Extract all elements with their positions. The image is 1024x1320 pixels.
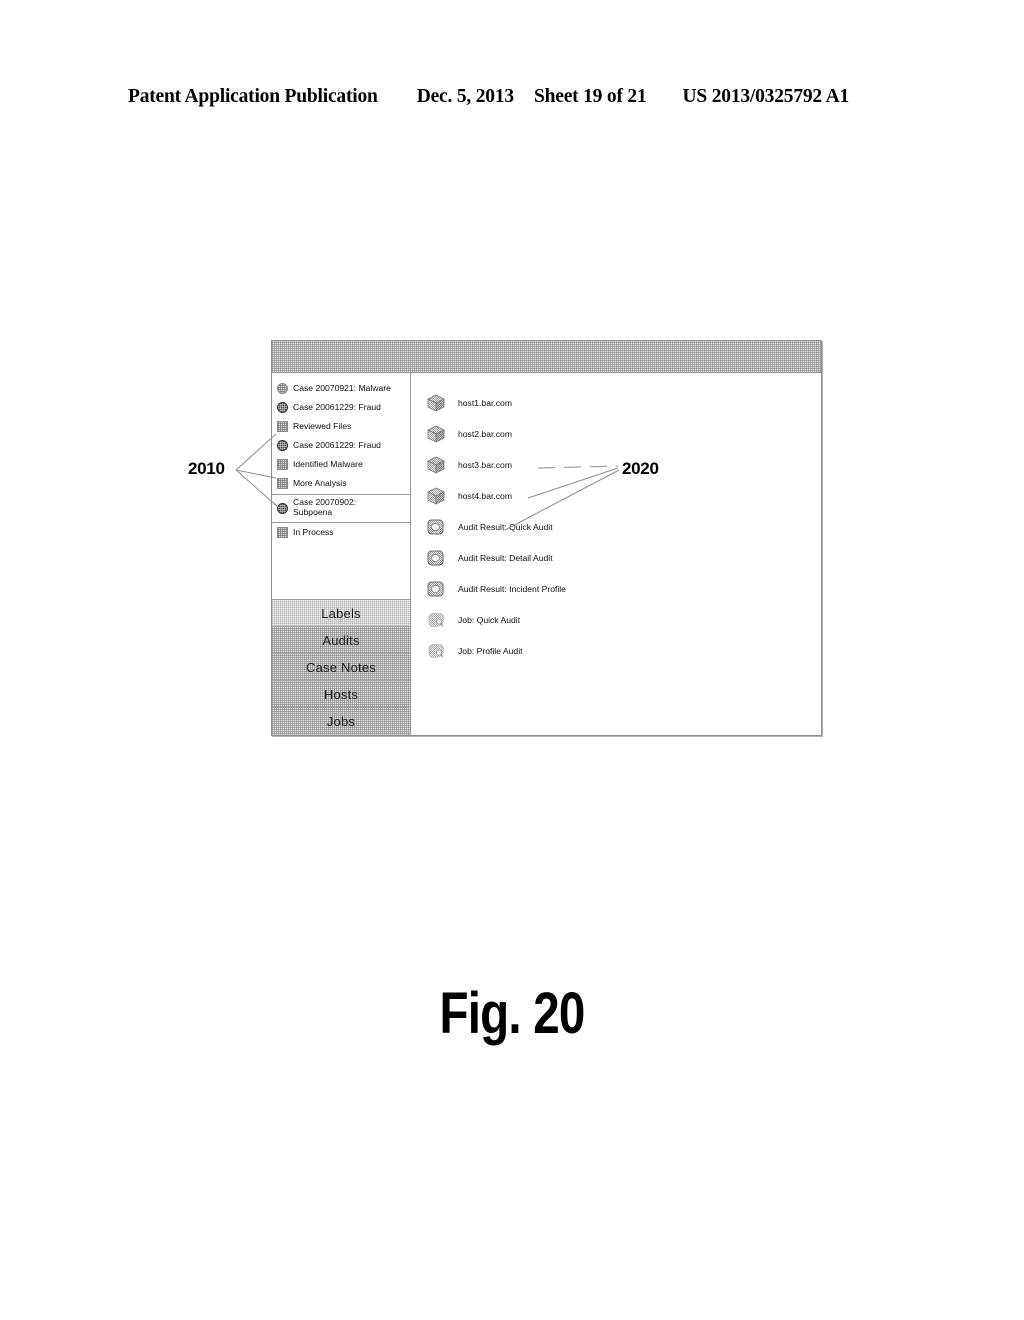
reference-numeral-2020: 2020 (622, 459, 659, 478)
case-dark-icon (277, 402, 288, 413)
label-square-icon (277, 527, 288, 538)
tree-item-label: In Process (293, 526, 334, 537)
case-tree: Case 20070921: Malware Case 20061229: Fra… (272, 373, 410, 542)
sheet-number: Sheet 19 of 21 (533, 86, 647, 107)
tree-item[interactable]: Reviewed Files (272, 417, 410, 436)
object-list-item[interactable]: Audit Result: Detail Audit (425, 542, 821, 573)
host-cube-icon (425, 392, 447, 414)
window-title-bar (272, 341, 821, 373)
case-dark-icon (277, 502, 288, 514)
category-button-jobs[interactable]: Jobs (272, 708, 410, 735)
label-square-icon (277, 421, 288, 432)
category-button-label: Labels (321, 605, 361, 621)
audit-result-icon (425, 578, 447, 600)
label-square-icon (277, 478, 288, 489)
figure-caption: Fig. 20 (439, 981, 586, 1046)
tree-item-label: Case 20070902: Subpoena (293, 497, 357, 517)
object-list-item[interactable]: Job: Quick Audit (425, 604, 821, 635)
window-body: Case 20070921: Malware Case 20061229: Fra… (272, 373, 821, 735)
category-button-labels[interactable]: Labels (272, 600, 410, 627)
category-button-group: Labels Audits Case Notes Hosts Jobs (272, 599, 410, 735)
audit-result-icon (425, 547, 447, 569)
object-list-item-label: host1.bar.com (458, 397, 512, 408)
object-list-item-label: Job: Quick Audit (458, 614, 521, 625)
category-button-audits[interactable]: Audits (272, 627, 410, 654)
category-button-label: Jobs (326, 714, 356, 729)
tree-item[interactable]: More Analysis (272, 474, 410, 493)
tree-item[interactable]: Case 20070902: Subpoena (272, 494, 410, 521)
tree-item-label: More Analysis (293, 477, 347, 488)
tree-item-label: Case 20061229: Fraud (293, 439, 381, 450)
tree-item[interactable]: Case 20070921: Malware (272, 379, 410, 398)
patent-header: Patent Application Publication Dec. 5, 2… (128, 86, 896, 112)
leader-2010-b (235, 469, 277, 479)
case-tree-panel: Case 20070921: Malware Case 20061229: Fra… (272, 373, 411, 735)
patent-number: US 2013/0325792 A1 (682, 86, 850, 107)
object-list-item-label: Audit Result: Detail Audit (458, 552, 553, 563)
case-dark-icon (277, 440, 288, 451)
publication-label: Patent Application Publication (128, 86, 378, 107)
category-button-label: Audits (322, 632, 360, 648)
job-icon (425, 609, 447, 631)
category-button-label: Hosts (323, 686, 359, 702)
leader-2010-a (235, 433, 277, 471)
object-list-item-label: Audit Result: Quick Audit (458, 521, 553, 532)
tree-item-label: Reviewed Files (293, 420, 352, 431)
object-list-panel: host1.bar.com host2.bar.com host3.bar.com h… (411, 373, 821, 735)
audit-result-icon (425, 516, 447, 538)
object-list-item[interactable]: host1.bar.com (425, 387, 821, 418)
object-list-item[interactable]: Job: Profile Audit (425, 635, 821, 666)
tree-item[interactable]: In Process (272, 522, 410, 542)
object-list-item-label: Job: Profile Audit (458, 645, 523, 656)
object-list-item[interactable]: host4.bar.com (425, 480, 821, 511)
tree-item[interactable]: Case 20061229: Fraud (272, 436, 410, 455)
category-button-case-notes[interactable]: Case Notes (272, 654, 410, 681)
publication-date: Dec. 5, 2013 (416, 86, 514, 107)
object-list-item-label: host3.bar.com (458, 459, 512, 470)
category-button-hosts[interactable]: Hosts (272, 681, 410, 708)
reference-numeral-2010: 2010 (188, 459, 225, 478)
tree-item-label: Case 20061229: Fraud (293, 401, 381, 412)
category-button-label: Case Notes (306, 659, 376, 675)
tree-item[interactable]: Case 20061229: Fraud (272, 398, 410, 417)
object-list-item[interactable]: Audit Result: Quick Audit (425, 511, 821, 542)
application-window: Case 20070921: Malware Case 20061229: Fra… (271, 340, 822, 736)
object-list-item[interactable]: Audit Result: Incident Profile (425, 573, 821, 604)
label-square-icon (277, 459, 288, 470)
tree-item-label: Identified Malware (293, 458, 363, 469)
tree-item-label: Case 20070921: Malware (293, 382, 391, 393)
object-list-item-label: Audit Result: Incident Profile (458, 583, 566, 594)
tree-item[interactable]: Identified Malware (272, 455, 410, 474)
host-cube-icon (425, 423, 447, 445)
object-list-item[interactable]: host2.bar.com (425, 418, 821, 449)
host-cube-icon (425, 485, 447, 507)
object-list-item-label: host2.bar.com (458, 428, 512, 439)
job-icon (425, 640, 447, 662)
case-light-icon (277, 383, 288, 394)
host-cube-icon (425, 454, 447, 476)
object-list-item-label: host4.bar.com (458, 490, 512, 501)
